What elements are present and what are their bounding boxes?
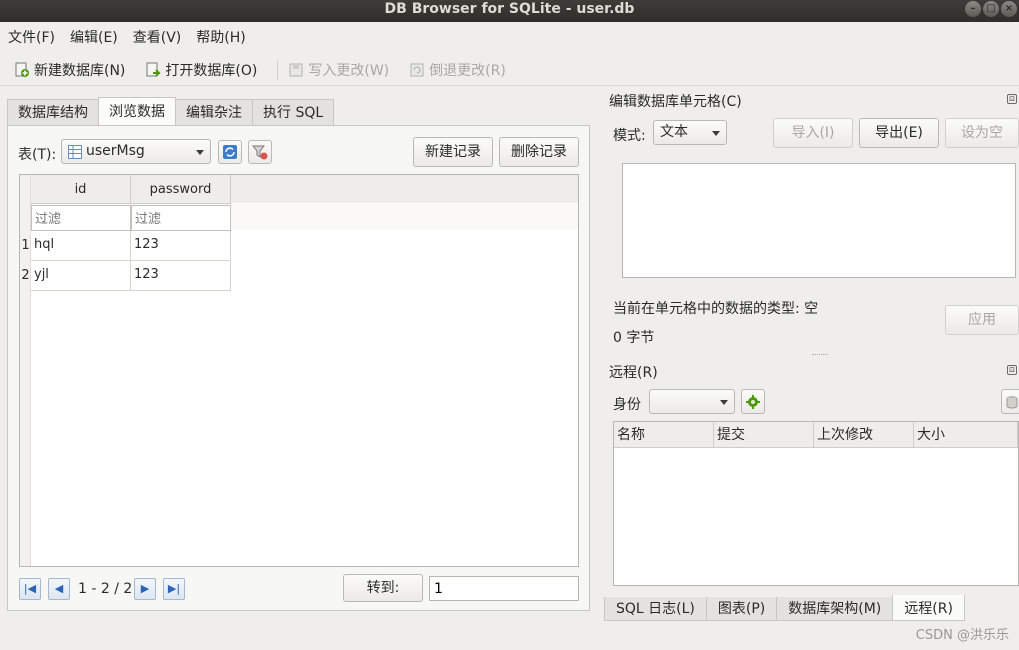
mode-select[interactable]: 文本 <box>653 120 727 145</box>
menu-bar: 文件(F) 编辑(E) 查看(V) 帮助(H) <box>0 22 1019 52</box>
remote-column-size[interactable]: 大小 <box>914 422 1018 448</box>
cell-type-info: 当前在单元格中的数据的类型: 空 <box>613 301 819 317</box>
export-button[interactable]: 导出(E) <box>859 118 939 148</box>
toolbar-separator <box>277 59 279 80</box>
mode-label: 模式: <box>613 128 646 144</box>
remote-column-last-modified[interactable]: 上次修改 <box>814 422 914 448</box>
dock-tab-bar: SQL 日志(L) 图表(P) 数据库架构(M) 远程(R) <box>604 595 965 621</box>
write-changes-label: 写入更改(W) <box>308 62 390 79</box>
dock-float-icon[interactable]: ⊡ <box>1007 94 1017 104</box>
row-number[interactable]: 2 <box>20 261 31 291</box>
window-title: DB Browser for SQLite - user.db <box>384 1 635 17</box>
chevron-down-icon <box>720 399 728 405</box>
data-grid: id password 1 hql 123 2 yjl 123 <box>19 174 579 567</box>
edit-cell-title: 编辑数据库单元格(C) <box>609 94 742 110</box>
tab-browse-data[interactable]: 浏览数据 <box>98 97 176 125</box>
revert-changes-label: 倒退更改(R) <box>429 62 506 79</box>
dock-splitter-handle[interactable] <box>812 354 828 356</box>
first-page-icon: |◀ <box>23 582 37 595</box>
clear-filter-icon <box>252 145 268 160</box>
watermark: CSDN @洪乐乐 <box>915 628 1009 643</box>
new-database-icon <box>15 62 29 77</box>
chevron-down-icon <box>196 149 204 155</box>
remote-table: 名称 提交 上次修改 大小 <box>613 421 1019 586</box>
table-cell[interactable]: hql <box>31 231 131 261</box>
mode-select-value: 文本 <box>660 124 688 140</box>
goto-button[interactable]: 转到: <box>343 574 423 602</box>
last-page-icon: ▶| <box>167 582 181 595</box>
import-button[interactable]: 导入(I) <box>773 118 853 148</box>
filter-input-password[interactable] <box>131 205 231 231</box>
tab-plot[interactable]: 图表(P) <box>705 597 778 621</box>
clear-filters-button[interactable] <box>248 140 272 164</box>
next-page-icon: ▶ <box>140 582 150 595</box>
write-changes-button[interactable]: 写入更改(W) <box>288 60 389 80</box>
tab-edit-pragmas[interactable]: 编辑杂注 <box>175 99 253 126</box>
tab-db-schema[interactable]: 数据库架构(M) <box>776 597 894 621</box>
tab-execute-sql[interactable]: 执行 SQL <box>252 99 335 126</box>
previous-page-icon: ◀ <box>54 582 64 595</box>
menu-file[interactable]: 文件(F) <box>8 27 55 47</box>
minimize-button[interactable]: – <box>965 1 981 17</box>
new-record-button[interactable]: 新建记录 <box>413 137 493 167</box>
menu-edit[interactable]: 编辑(E) <box>70 27 118 47</box>
open-database-label: 打开数据库(O) <box>165 62 258 79</box>
identity-select[interactable] <box>649 389 735 414</box>
refresh-icon <box>223 145 237 159</box>
identity-settings-button[interactable] <box>741 389 765 414</box>
tab-sql-log[interactable]: SQL 日志(L) <box>604 597 707 621</box>
cell-size-info: 0 字节 <box>613 330 655 346</box>
previous-page-button[interactable]: ◀ <box>48 578 70 600</box>
remote-action-button[interactable] <box>1001 389 1019 414</box>
delete-record-button[interactable]: 删除记录 <box>499 137 579 167</box>
filter-input-id[interactable] <box>31 205 131 231</box>
identity-label: 身份 <box>613 397 641 413</box>
new-database-button[interactable]: 新建数据库(N) <box>14 60 125 80</box>
row-number[interactable]: 1 <box>20 231 31 261</box>
page-info: 1 - 2 / 2 <box>78 581 133 597</box>
dock-float-icon[interactable]: ⊡ <box>1007 365 1017 375</box>
revert-changes-icon <box>410 63 424 76</box>
menu-view[interactable]: 查看(V) <box>133 27 182 47</box>
browse-data-panel: 表(T): userMsg 新建记录 删除记录 id password 1 hq… <box>7 125 590 611</box>
cell-editor-textarea[interactable] <box>622 163 1016 278</box>
new-database-label: 新建数据库(N) <box>34 62 126 79</box>
table-icon <box>68 145 82 159</box>
toolbar: 新建数据库(N) 打开数据库(O) 写入更改(W) 倒退更改(R) <box>0 54 1019 86</box>
last-page-button[interactable]: ▶| <box>163 578 185 600</box>
table-label: 表(T): <box>18 147 57 163</box>
next-page-button[interactable]: ▶ <box>134 578 156 600</box>
table-select-value: userMsg <box>86 143 145 159</box>
main-tab-bar: 数据库结构 浏览数据 编辑杂注 执行 SQL <box>7 97 335 126</box>
tab-remote[interactable]: 远程(R) <box>892 595 965 621</box>
revert-changes-button[interactable]: 倒退更改(R) <box>409 60 506 80</box>
set-null-button[interactable]: 设为空 <box>945 118 1019 148</box>
table-cell[interactable]: 123 <box>131 261 231 291</box>
menu-help[interactable]: 帮助(H) <box>196 27 245 47</box>
database-icon <box>1006 396 1018 409</box>
maximize-button[interactable]: □ <box>983 1 999 17</box>
tab-database-structure[interactable]: 数据库结构 <box>7 99 99 126</box>
close-button[interactable]: × <box>1001 1 1017 17</box>
table-cell[interactable]: 123 <box>131 231 231 261</box>
gear-icon <box>746 395 760 409</box>
table-cell[interactable]: yjl <box>31 261 131 291</box>
first-page-button[interactable]: |◀ <box>19 578 41 600</box>
table-select[interactable]: userMsg <box>61 139 211 164</box>
window-titlebar: DB Browser for SQLite - user.db – □ × <box>0 0 1019 22</box>
remote-title: 远程(R) <box>609 365 658 381</box>
open-database-button[interactable]: 打开数据库(O) <box>145 60 257 80</box>
column-header-password[interactable]: password <box>131 175 231 204</box>
column-header-id[interactable]: id <box>31 175 131 204</box>
remote-column-name[interactable]: 名称 <box>614 422 714 448</box>
goto-input[interactable] <box>429 576 579 601</box>
open-database-icon <box>146 62 161 77</box>
apply-button[interactable]: 应用 <box>945 305 1019 335</box>
remote-column-commit[interactable]: 提交 <box>714 422 814 448</box>
refresh-button[interactable] <box>218 140 242 164</box>
chevron-down-icon <box>712 130 720 136</box>
write-changes-icon <box>289 63 303 76</box>
